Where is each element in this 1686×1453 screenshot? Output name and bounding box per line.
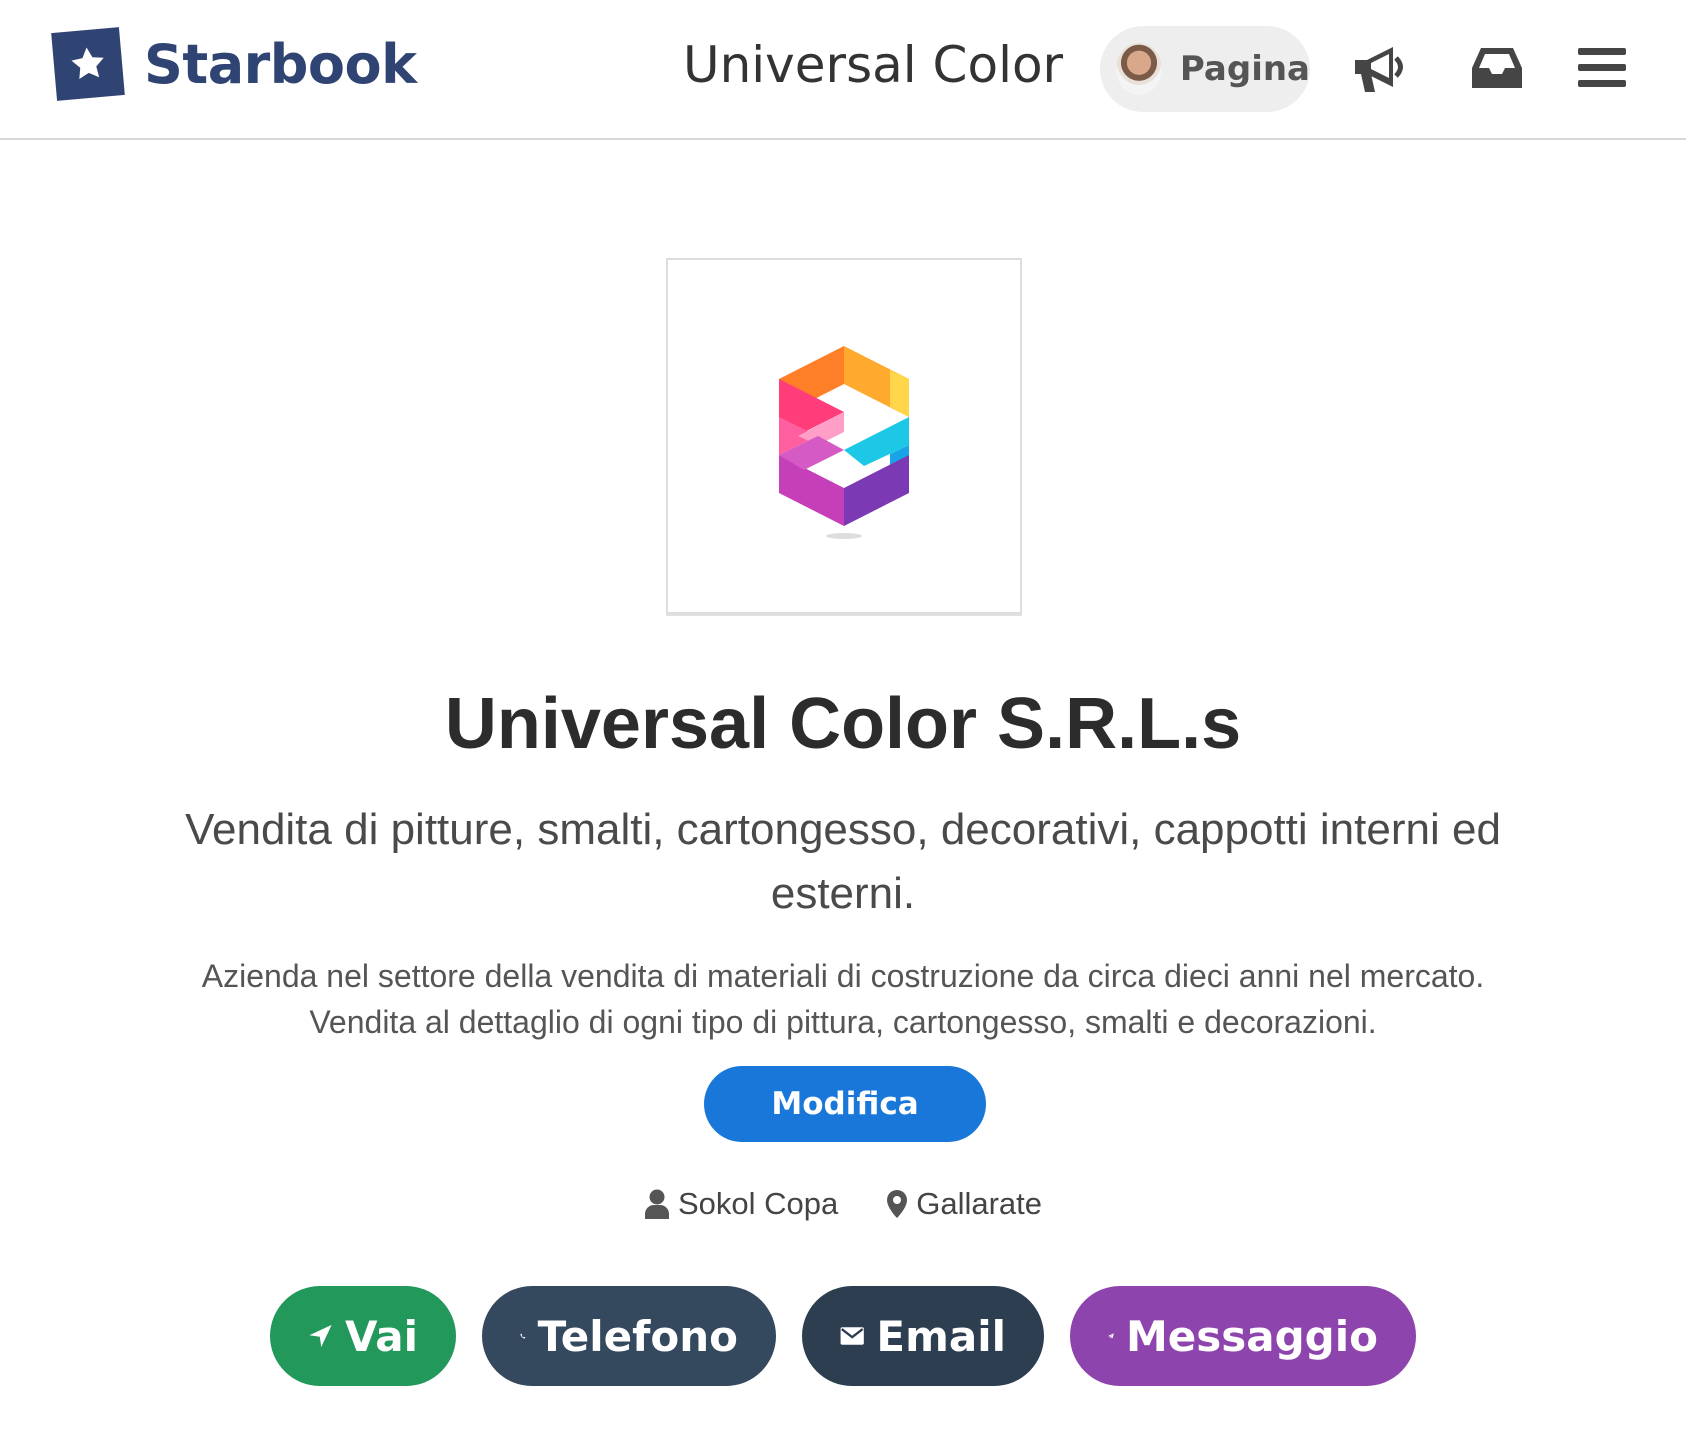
inbox-icon[interactable] (1471, 44, 1523, 97)
page-title: Universal Color (683, 36, 1064, 94)
hamburger-menu-icon[interactable] (1578, 44, 1626, 95)
user-icon (644, 1189, 669, 1219)
message-button-label: Messaggio (1126, 1311, 1378, 1361)
email-button[interactable]: Email (802, 1286, 1044, 1386)
message-button[interactable]: Messaggio (1070, 1286, 1416, 1386)
phone-button-label: Telefono (537, 1311, 738, 1361)
location-info[interactable]: Gallarate (886, 1186, 1042, 1222)
envelope-icon (840, 1327, 864, 1345)
brand-name: Starbook (144, 32, 417, 96)
edit-button[interactable]: Modifica (704, 1066, 986, 1142)
company-logo (666, 258, 1022, 614)
profile-meta: Sokol Copa Gallarate (0, 1186, 1686, 1222)
star-icon (51, 27, 125, 101)
company-description: Azienda nel settore della vendita di mat… (120, 953, 1566, 1045)
phone-button[interactable]: Telefono (482, 1286, 776, 1386)
avatar (1116, 43, 1162, 95)
navigate-button[interactable]: Vai (270, 1286, 456, 1386)
action-buttons: Vai Telefono Email Messaggio (0, 1286, 1686, 1386)
owner-name: Sokol Copa (677, 1186, 839, 1221)
map-pin-icon (887, 1190, 908, 1218)
company-name: Universal Color S.R.L.s (444, 684, 1242, 764)
location-name: Gallarate (916, 1186, 1043, 1221)
paper-plane-icon (1108, 1333, 1114, 1339)
owner-info[interactable]: Sokol Copa (644, 1186, 838, 1222)
company-tagline: Vendita di pitture, smalti, cartongesso,… (185, 805, 1501, 918)
megaphone-icon[interactable] (1351, 44, 1409, 101)
email-button-label: Email (876, 1311, 1006, 1361)
starbook-logo[interactable]: Starbook (51, 27, 417, 101)
navigate-button-label: Vai (345, 1311, 418, 1361)
page-switcher-button[interactable]: Pagina (1100, 26, 1310, 112)
phone-icon (520, 1333, 526, 1339)
description-line: Vendita al dettaglio di ogni tipo di pit… (309, 1004, 1377, 1040)
page-switcher-label: Pagina (1179, 49, 1310, 89)
top-navigation-bar: Starbook Universal Color Pagina (0, 0, 1686, 140)
description-line: Azienda nel settore della vendita di mat… (201, 958, 1485, 994)
location-arrow-icon (309, 1324, 332, 1348)
